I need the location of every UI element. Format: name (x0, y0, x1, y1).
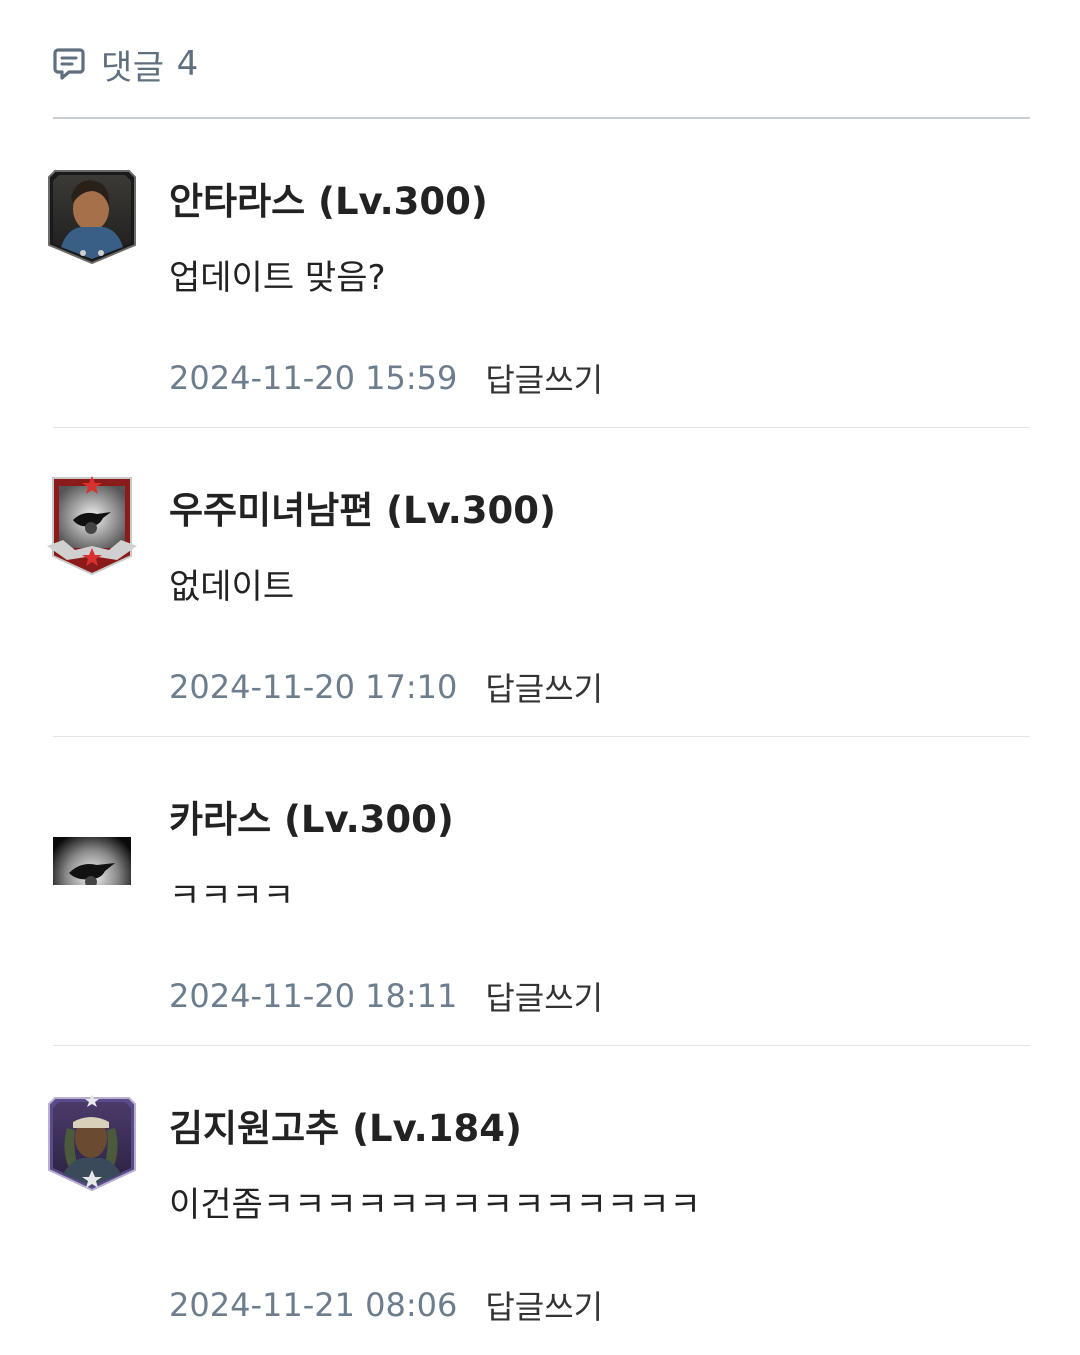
reply-button[interactable]: 답글쓰기 (485, 973, 603, 1019)
comment-meta: 2024-11-20 18:11 답글쓰기 (169, 973, 603, 1019)
avatar[interactable] (47, 476, 137, 576)
avatar[interactable] (47, 167, 137, 267)
comment-body: 업데이트 맞음? (169, 258, 386, 298)
comment-date: 2024-11-20 15:59 (169, 359, 458, 397)
comment-date: 2024-11-21 08:06 (169, 1286, 458, 1324)
comment-body: 없데이트 (169, 567, 295, 607)
comment-date: 2024-11-20 17:10 (169, 668, 458, 706)
comment-author[interactable]: 우주미녀남편 (Lv.300) (169, 480, 556, 534)
comment-meta: 2024-11-20 15:59 답글쓰기 (169, 355, 603, 401)
avatar[interactable] (47, 1094, 137, 1194)
comments-header: 댓글 4 (53, 40, 198, 88)
comment-meta: 2024-11-20 17:10 답글쓰기 (169, 664, 603, 710)
comments-title: 댓글 (101, 47, 165, 88)
comment-body: 이건좀ㅋㅋㅋㅋㅋㅋㅋㅋㅋㅋㅋㅋㅋㅋ (169, 1185, 701, 1225)
comment-author[interactable]: 김지원고추 (Lv.184) (169, 1098, 522, 1152)
avatar[interactable] (47, 785, 137, 915)
reply-button[interactable]: 답글쓰기 (485, 355, 603, 401)
reply-button[interactable]: 답글쓰기 (485, 664, 603, 710)
comment-icon (53, 47, 85, 81)
comment-body: ㅋㅋㅋㅋ (169, 876, 295, 916)
comments-count: 4 (176, 44, 199, 84)
comment-item: 우주미녀남편 (Lv.300) 없데이트 2024-11-20 17:10 답글… (47, 428, 1030, 737)
reply-button[interactable]: 답글쓰기 (485, 1282, 603, 1328)
comment-author[interactable]: 안타라스 (Lv.300) (169, 171, 488, 225)
comment-date: 2024-11-20 18:11 (169, 977, 458, 1015)
comment-meta: 2024-11-21 08:06 답글쓰기 (169, 1282, 603, 1328)
comment-item: 안타라스 (Lv.300) 업데이트 맞음? 2024-11-20 15:59 … (48, 119, 1030, 428)
comment-item: 김지원고추 (Lv.184) 이건좀ㅋㅋㅋㅋㅋㅋㅋㅋㅋㅋㅋㅋㅋㅋ 2024-11… (48, 1046, 1030, 1355)
comment-author[interactable]: 카라스 (Lv.300) (169, 789, 454, 843)
comment-item: 카라스 (Lv.300) ㅋㅋㅋㅋ 2024-11-20 18:11 답글쓰기 (53, 737, 1030, 1046)
